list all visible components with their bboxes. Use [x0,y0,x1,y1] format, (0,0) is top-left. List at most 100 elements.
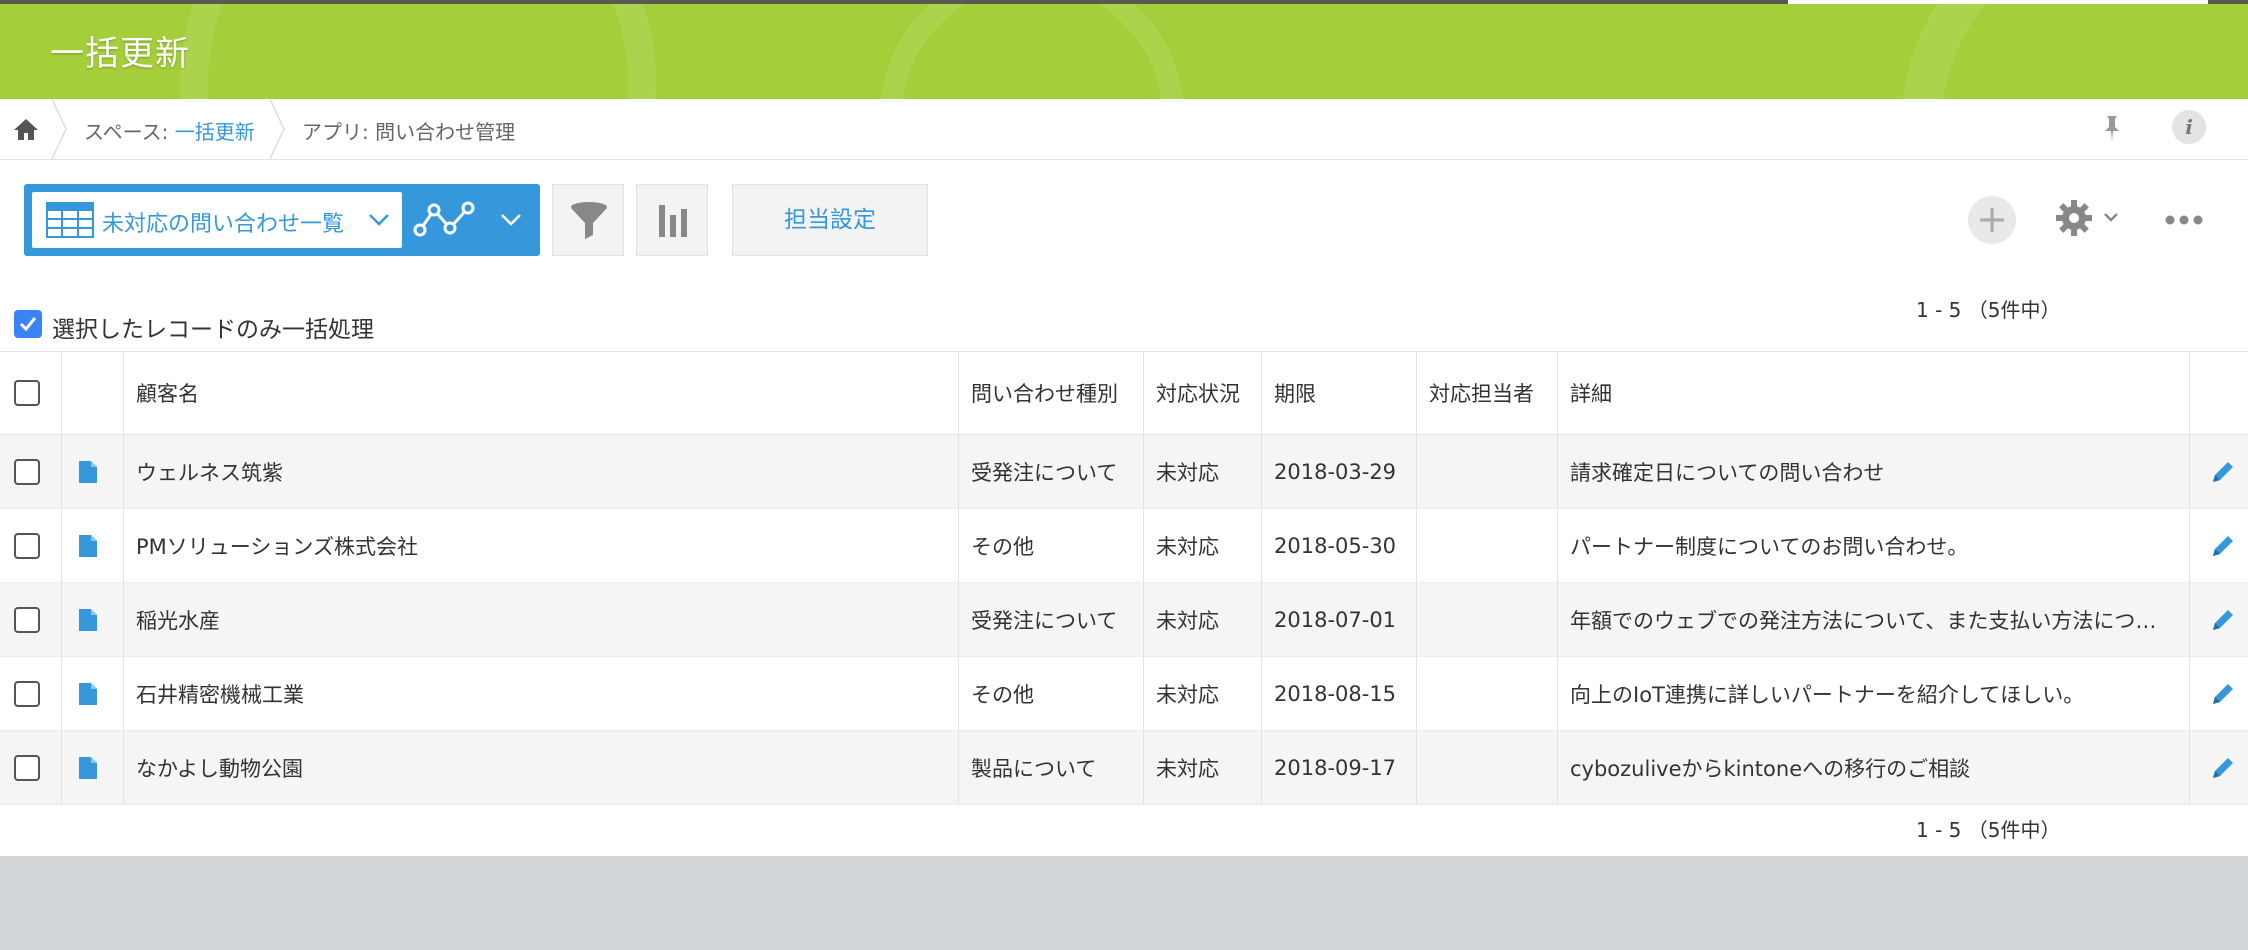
more-options-icon[interactable] [2164,210,2204,230]
row-checkbox[interactable] [14,606,40,633]
cell-owner [1417,509,1558,582]
column-header-status[interactable]: 対応状況 [1144,352,1262,434]
document-icon[interactable] [78,534,98,558]
document-icon[interactable] [78,608,98,632]
breadcrumb-space-prefix: スペース: [84,120,175,144]
row-detail-cell [62,435,124,508]
pagination-top: 1 - 5 （5件中） [1916,298,2061,322]
column-header-due[interactable]: 期限 [1262,352,1417,434]
filter-button[interactable] [552,184,624,256]
row-checkbox-cell [0,731,62,804]
pin-icon[interactable] [2100,113,2124,143]
row-checkbox-cell [0,583,62,656]
cell-name: ウェルネス筑紫 [124,435,959,508]
table-row: PMソリューションズ株式会社 その他 未対応 2018-05-30 パートナー制… [0,509,2248,583]
cell-name: なかよし動物公園 [124,731,959,804]
cell-due: 2018-03-29 [1262,435,1417,508]
row-detail-cell [62,731,124,804]
view-dropdown[interactable]: 未対応の問い合わせ一覧 [32,192,402,248]
row-edit-cell [2190,509,2248,582]
add-record-button[interactable]: + [1968,196,2016,244]
cell-type: 受発注について [959,583,1144,656]
pagination-bottom: 1 - 5 （5件中） [1916,818,2061,842]
bar-chart-icon [659,205,687,237]
pencil-icon[interactable] [2210,755,2236,781]
cell-detail: パートナー制度についてのお問い合わせ。 [1558,509,2190,582]
chevron-down-icon[interactable] [500,212,522,228]
document-icon[interactable] [78,756,98,780]
check-icon [19,317,37,332]
chevron-down-icon [369,214,389,226]
pencil-icon[interactable] [2210,459,2236,485]
breadcrumb-app[interactable]: アプリ: 問い合わせ管理 [302,116,515,145]
select-all-checkbox[interactable] [14,380,40,406]
header-icon-cell [62,352,124,434]
cell-due: 2018-09-17 [1262,731,1417,804]
table-row: なかよし動物公園 製品について 未対応 2018-09-17 cybozuliv… [0,731,2248,805]
detail-text: 請求確定日についての問い合わせ [1570,460,1885,485]
row-checkbox-cell [0,509,62,582]
graph-button[interactable] [636,184,708,256]
breadcrumb-space[interactable]: スペース: 一括更新 [84,116,255,145]
row-checkbox[interactable] [14,532,40,559]
detail-text: 年額でのウェブでの発注方法について、また支払い方法につ… [1570,608,2157,633]
records-table: 顧客名 問い合わせ種別 対応状況 期限 対応担当者 詳細 ウェルネス筑紫 受発注… [0,351,2248,805]
cell-status: 未対応 [1144,583,1262,656]
table-view-icon [46,202,94,238]
row-checkbox[interactable] [14,458,40,485]
cell-detail: 年額でのウェブでの発注方法について、また支払い方法につ… [1558,583,2190,656]
bulk-selection-label: 選択したレコードのみ一括処理 [52,317,374,343]
breadcrumb: スペース: 一括更新 アプリ: 問い合わせ管理 [0,99,2248,160]
gear-icon[interactable] [2054,198,2094,238]
row-checkbox[interactable] [14,680,40,707]
column-header-name[interactable]: 顧客名 [124,352,959,434]
cell-type: 受発注について [959,435,1144,508]
pencil-icon[interactable] [2210,681,2236,707]
cell-type: その他 [959,657,1144,730]
table-row: 石井精密機械工業 その他 未対応 2018-08-15 向上のIoT連携に詳しい… [0,657,2248,731]
page-title: 一括更新 [50,34,190,74]
breadcrumb-space-link[interactable]: 一括更新 [175,120,255,144]
row-checkbox-cell [0,657,62,730]
info-icon[interactable]: i [2172,110,2206,144]
footer-area [0,856,2248,950]
cell-due: 2018-07-01 [1262,583,1417,656]
pencil-icon[interactable] [2210,607,2236,633]
view-name: 未対応の問い合わせ一覧 [102,212,345,237]
cell-due: 2018-08-15 [1262,657,1417,730]
row-detail-cell [62,657,124,730]
assign-settings-button[interactable]: 担当設定 [732,184,928,256]
table-header-row: 顧客名 問い合わせ種別 対応状況 期限 対応担当者 詳細 [0,352,2248,435]
chevron-down-icon[interactable] [2104,212,2118,222]
cell-owner [1417,731,1558,804]
view-selector[interactable]: 未対応の問い合わせ一覧 [24,184,540,256]
home-icon[interactable] [10,113,42,145]
cell-status: 未対応 [1144,509,1262,582]
cell-detail: 向上のIoT連携に詳しいパートナーを紹介してほしい。 [1558,657,2190,730]
row-detail-cell [62,583,124,656]
row-checkbox-cell [0,435,62,508]
document-icon[interactable] [78,460,98,484]
cell-type: その他 [959,509,1144,582]
column-header-detail[interactable]: 詳細 [1558,352,2190,434]
select-all-cell [0,352,62,434]
cell-status: 未対応 [1144,731,1262,804]
cell-owner [1417,435,1558,508]
cell-detail: cybozuliveからkintoneへの移行のご相談 [1558,731,2190,804]
breadcrumb-separator [51,99,67,159]
bulk-selection-checkbox[interactable] [14,310,42,338]
row-checkbox[interactable] [14,754,40,781]
graph-view-icon[interactable] [412,200,478,240]
column-header-owner[interactable]: 対応担当者 [1417,352,1558,434]
table-row: 稲光水産 受発注について 未対応 2018-07-01 年額でのウェブでの発注方… [0,583,2248,657]
pencil-icon[interactable] [2210,533,2236,559]
cell-due: 2018-05-30 [1262,509,1417,582]
cell-type: 製品について [959,731,1144,804]
cell-owner [1417,657,1558,730]
cell-name: 稲光水産 [124,583,959,656]
row-detail-cell [62,509,124,582]
detail-text: パートナー制度についてのお問い合わせ。 [1570,534,1969,559]
column-header-type[interactable]: 問い合わせ種別 [959,352,1144,434]
document-icon[interactable] [78,682,98,706]
cell-name: 石井精密機械工業 [124,657,959,730]
